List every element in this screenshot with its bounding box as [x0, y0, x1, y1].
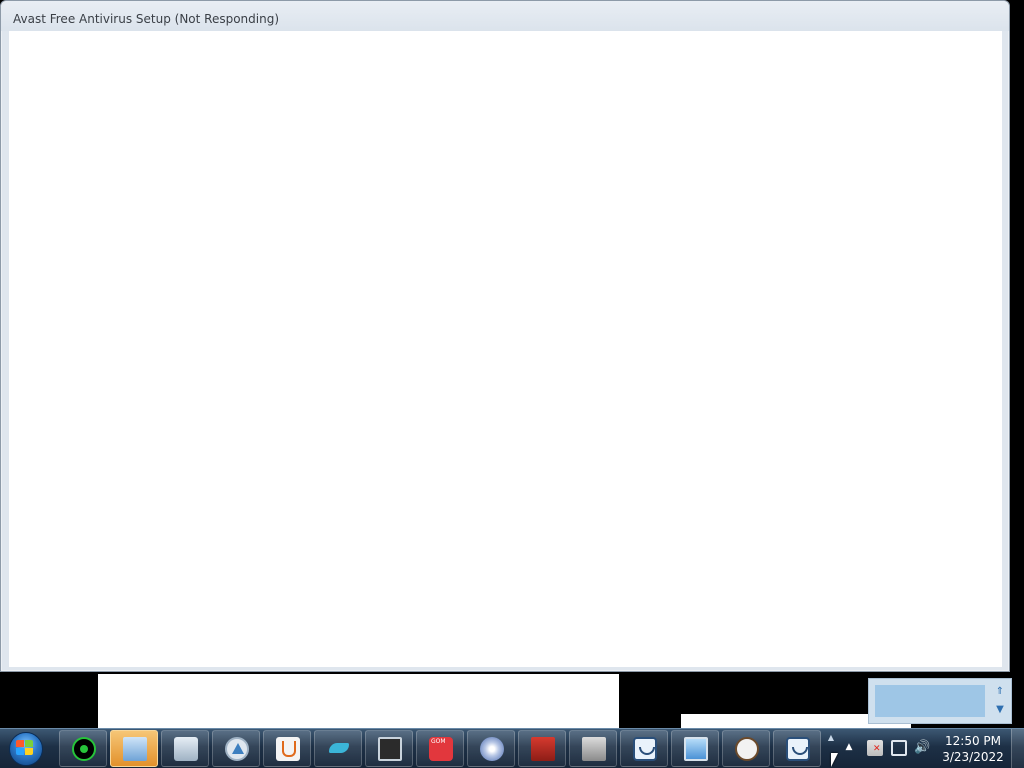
taskbar-button-bird-app[interactable]	[314, 730, 362, 767]
hummingbird-icon	[327, 737, 351, 761]
green-flower-icon	[72, 737, 96, 761]
clock-date: 3/23/2022	[942, 750, 1004, 764]
taskbar-button-red-box-app[interactable]	[518, 730, 566, 767]
taskbar-button-triangle-app[interactable]	[212, 730, 260, 767]
taskbar-button-printer-app[interactable]	[569, 730, 617, 767]
taskbar-button-gear-app[interactable]	[161, 730, 209, 767]
window-title: Avast Free Antivirus Setup (Not Respondi…	[13, 12, 280, 26]
taskbar-button-disc-app[interactable]	[467, 730, 515, 767]
taskbar-scroll-up-icon[interactable]: ▲	[826, 733, 836, 743]
taskbar-button-terminal-installer-app[interactable]	[365, 730, 413, 767]
cow-icon	[735, 737, 759, 761]
terminal-installer-icon	[378, 737, 402, 761]
window-client-area[interactable]	[9, 31, 1002, 667]
blue-arc-icon	[633, 737, 657, 761]
network-icon[interactable]	[891, 740, 907, 756]
setup-window[interactable]: Avast Free Antivirus Setup (Not Respondi…	[0, 0, 1010, 672]
monitor-icon	[684, 737, 708, 761]
volume-icon[interactable]: 🔊	[914, 740, 930, 756]
red-box-icon	[531, 737, 555, 761]
printer-icon	[582, 737, 606, 761]
triangle-logo-icon	[225, 737, 249, 761]
java-cup-icon	[276, 737, 300, 761]
taskbar-button-java-app[interactable]	[263, 730, 311, 767]
windows-flag-icon	[16, 740, 34, 756]
taskbar-button-green-flower-app[interactable]	[59, 730, 107, 767]
mouse-cursor-icon	[831, 753, 838, 767]
action-center-flag-icon[interactable]	[867, 740, 883, 756]
taskbar-button-cow-app[interactable]	[722, 730, 770, 767]
system-clock[interactable]: 12:50 PM 3/23/2022	[940, 733, 1006, 765]
window-titlebar[interactable]: Avast Free Antivirus Setup (Not Respondi…	[1, 1, 1009, 31]
taskbar-button-blue-arc-app-1[interactable]	[620, 730, 668, 767]
taskbar: ▲ ▲ 🔊 12:50 PM 3/23/2022	[0, 728, 1024, 768]
unpainted-region	[98, 674, 619, 730]
taskbar-button-blue-arc-app-2[interactable]	[773, 730, 821, 767]
disc-icon	[480, 737, 504, 761]
show-hidden-icons-arrow-icon[interactable]: ▲	[843, 741, 855, 753]
clock-time: 12:50 PM	[945, 734, 1001, 748]
taskbar-button-installer-app[interactable]	[110, 730, 158, 767]
gom-player-icon	[429, 737, 453, 761]
tray-popup-content	[875, 685, 985, 717]
popup-scroll-down-icon[interactable]: ▼	[993, 703, 1007, 717]
desktop: Avast Free Antivirus Setup (Not Respondi…	[0, 0, 1024, 768]
tray-notification-popup[interactable]: ⇑ ▼	[868, 678, 1012, 724]
application-gear-icon	[174, 737, 198, 761]
blue-arc-icon	[786, 737, 810, 761]
taskbar-button-gom-player-app[interactable]	[416, 730, 464, 767]
installer-computer-icon	[123, 737, 147, 761]
taskbar-button-monitor-app[interactable]	[671, 730, 719, 767]
show-desktop-button[interactable]	[1011, 729, 1024, 768]
popup-scroll-up-icon[interactable]: ⇑	[993, 685, 1007, 699]
start-button[interactable]	[6, 731, 46, 767]
